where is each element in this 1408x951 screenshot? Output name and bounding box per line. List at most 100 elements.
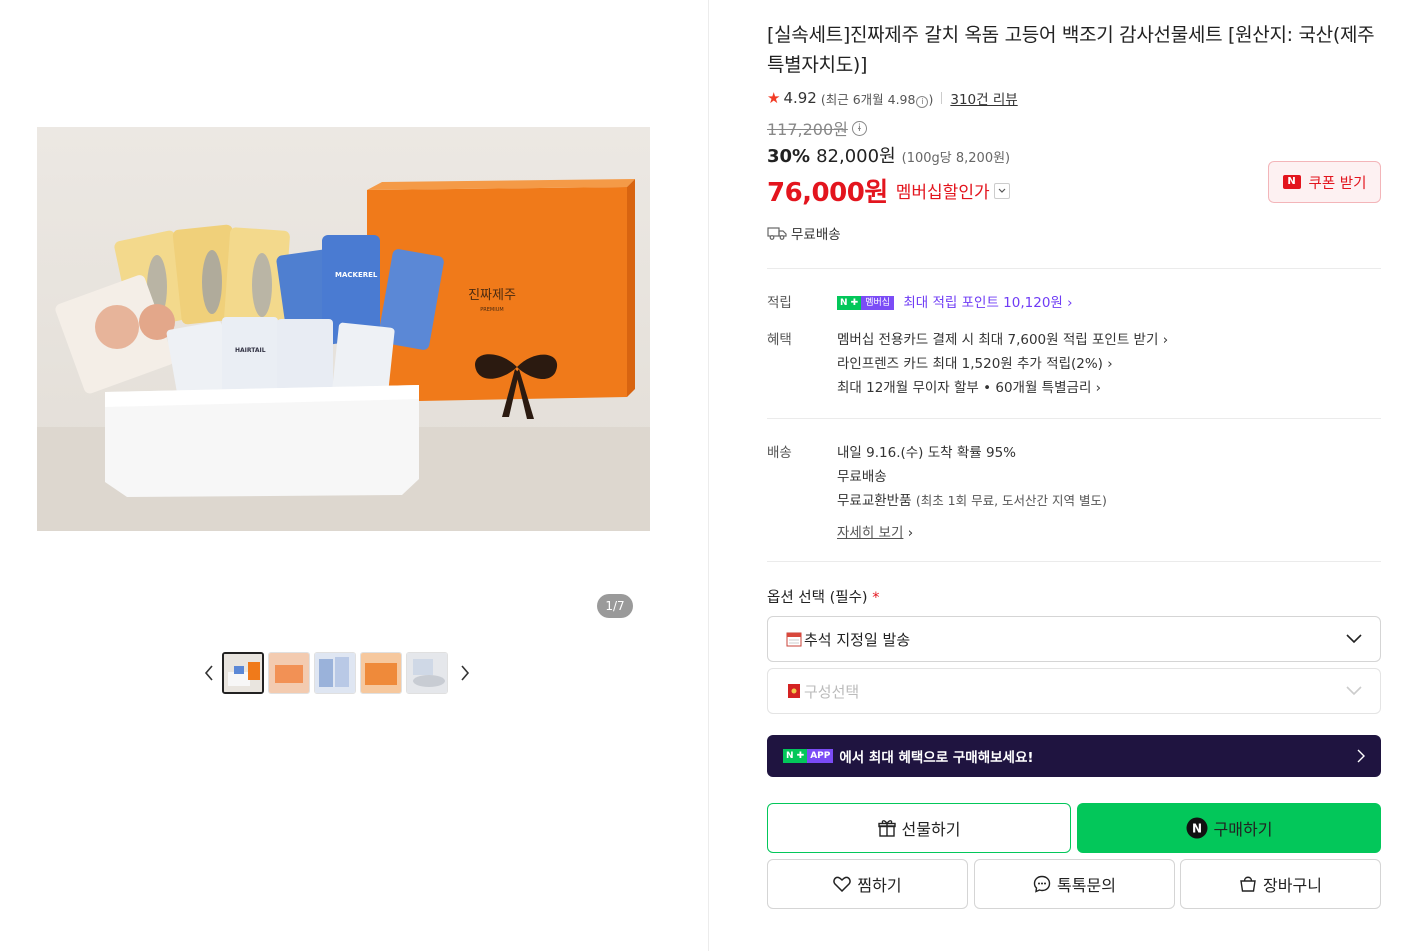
chevron-left-icon	[204, 665, 213, 681]
thumbnail-4[interactable]	[360, 652, 402, 694]
action-buttons: 선물하기 N 구매하기 찜하기 톡톡문의 장바구니	[767, 803, 1381, 913]
option-select-date[interactable]: 추석 지정일 발송	[767, 616, 1381, 662]
thumbnail-2[interactable]	[268, 652, 310, 694]
delivery-row: 배송 내일 9.16.(수) 도착 확률 95% 무료배송 무료교환반품 (최초…	[767, 441, 1381, 545]
thumbnail-next-button[interactable]	[452, 652, 478, 694]
column-divider	[708, 0, 709, 951]
heart-icon	[833, 876, 852, 892]
talk-inquiry-button[interactable]: 톡톡문의	[974, 859, 1175, 909]
naver-n-icon: N	[1282, 175, 1301, 189]
delivery-label: 배송	[767, 445, 792, 461]
membership-price-label: 멤버십할인가	[895, 183, 990, 203]
membership-expand-button[interactable]	[993, 182, 1010, 199]
delivery-section: 배송 내일 9.16.(수) 도착 확률 95% 무료배송 무료교환반품 (최초…	[767, 419, 1381, 545]
benefit-item[interactable]: 최대 12개월 무이자 할부 • 60개월 특별금리 ›	[837, 376, 1168, 400]
delivery-info: 내일 9.16.(수) 도착 확률 95% 무료배송 무료교환반품 (최초 1회…	[837, 441, 1107, 545]
gift-icon	[877, 820, 896, 837]
membership-price: 76,000원	[767, 178, 888, 208]
cart-button[interactable]: 장바구니	[1180, 859, 1381, 909]
original-price-row: 117,200원 i	[767, 116, 1381, 140]
thumbnail-3[interactable]	[314, 652, 356, 694]
chevron-right-icon: ›	[1162, 332, 1169, 348]
benefit-item[interactable]: 라인프렌즈 카드 최대 1,520원 추가 적립(2%) ›	[837, 352, 1168, 376]
option-select-date-value: 추석 지정일 발송	[804, 630, 911, 649]
product-title: [실속세트]진짜제주 갈치 옥돔 고등어 백조기 감사선물세트 [원산지: 국산…	[767, 24, 1375, 76]
option-select-composition-value: 구성선택	[804, 682, 860, 701]
points-row: 적립 N ✚ 멤버십 최대 적립 포인트 10,120원 ›	[767, 291, 1381, 315]
thumbnail-image	[361, 653, 401, 693]
points-info-link[interactable]: N ✚ 멤버십 최대 적립 포인트 10,120원 ›	[837, 291, 1073, 315]
info-icon[interactable]: i	[851, 120, 867, 136]
buy-button[interactable]: N 구매하기	[1077, 803, 1381, 853]
chevron-right-icon: ›	[1067, 295, 1073, 311]
svg-text:진짜제주: 진짜제주	[468, 288, 516, 303]
shipping-summary-text: 무료배송	[791, 227, 841, 243]
calendar-icon	[786, 632, 802, 647]
naver-plus-membership-badge: N ✚ 멤버십	[837, 296, 895, 310]
chevron-down-icon	[1346, 686, 1362, 696]
option-select-composition[interactable]: 구성선택	[767, 668, 1381, 714]
sale-price: 82,000원	[816, 146, 896, 167]
unit-price: (100g당 8,200원)	[901, 151, 1011, 166]
rating-score: 4.92	[783, 89, 817, 107]
benefit-list: 멤버십 전용카드 결제 시 최대 7,600원 적립 포인트 받기 › 라인프렌…	[837, 328, 1168, 400]
thumbnail-image	[224, 654, 262, 692]
naver-plus-app-badge: N ✚ APP	[783, 749, 834, 763]
image-counter: 1/7	[597, 594, 633, 618]
wishlist-button-label: 찜하기	[857, 876, 902, 895]
talk-inquiry-button-label: 톡톡문의	[1057, 876, 1116, 895]
svg-text:MACKEREL: MACKEREL	[335, 271, 378, 279]
discount-rate: 30%	[767, 146, 811, 167]
app-promo-banner[interactable]: N ✚ APP 에서 최대 혜택으로 구매해보세요!	[767, 735, 1381, 777]
rating-row: ★ 4.92 (최근 6개월 4.98 i) 310건 리뷰	[767, 88, 1381, 108]
gift-button[interactable]: 선물하기	[767, 803, 1071, 853]
thumbnail-5[interactable]	[406, 652, 448, 694]
benefit-label: 혜택	[767, 332, 792, 348]
chevron-down-icon	[1346, 634, 1362, 644]
wishlist-button[interactable]: 찜하기	[767, 859, 968, 909]
chevron-right-icon: ›	[1107, 356, 1113, 372]
original-price: 117,200원	[767, 120, 848, 139]
shipping-summary: 무료배송	[767, 223, 1381, 243]
coupon-button[interactable]: N 쿠폰 받기	[1268, 161, 1381, 203]
benefit-item[interactable]: 멤버십 전용카드 결제 시 최대 7,600원 적립 포인트 받기 ›	[837, 328, 1168, 352]
truck-icon	[767, 227, 787, 240]
gift-set-photo: 진짜제주 PREMIUM MACKEREL HAIRTAIL	[37, 127, 650, 531]
svg-text:PREMIUM: PREMIUM	[480, 307, 503, 313]
details-more-link[interactable]: 자세히 보기 ›	[837, 521, 1107, 545]
arrival-estimate: 내일 9.16.(수) 도착 확률 95%	[837, 445, 1016, 461]
shopping-bag-icon	[1240, 876, 1256, 892]
option-label: 옵션 선택 (필수) *	[767, 590, 880, 606]
shipping-fee: 무료배송	[837, 469, 887, 485]
chat-bubble-icon	[1033, 875, 1051, 893]
star-icon: ★	[767, 89, 781, 107]
gift-button-label: 선물하기	[901, 820, 961, 839]
review-count-link[interactable]: 310건 리뷰	[950, 88, 1017, 108]
product-main-image[interactable]: 진짜제주 PREMIUM MACKEREL HAIRTAIL	[37, 127, 650, 531]
info-icon[interactable]: i	[916, 95, 929, 108]
points-text: 최대 적립 포인트 10,120원	[903, 295, 1063, 311]
product-info-panel: [실속세트]진짜제주 갈치 옥돔 고등어 백조기 감사선물세트 [원산지: 국산…	[767, 20, 1381, 913]
chevron-right-icon	[1357, 749, 1365, 763]
app-promo-text: 에서 최대 혜택으로 구매해보세요!	[839, 750, 1034, 766]
svg-text:HAIRTAIL: HAIRTAIL	[235, 347, 266, 354]
benefit-row: 혜택 멤버십 전용카드 결제 시 최대 7,600원 적립 포인트 받기 › 라…	[767, 328, 1381, 400]
points-label: 적립	[767, 295, 792, 311]
chevron-right-icon	[461, 665, 470, 681]
return-policy: 무료교환반품 (최초 1회 무료, 도서산간 지역 별도)	[837, 493, 1107, 509]
recent-rating: (최근 6개월 4.98 i)	[820, 91, 934, 108]
chevron-right-icon: ›	[907, 525, 914, 541]
thumbnail-1[interactable]	[222, 652, 264, 694]
svg-text:N: N	[1192, 822, 1202, 836]
thumbnail-image	[269, 653, 309, 693]
benefits-section: 적립 N ✚ 멤버십 최대 적립 포인트 10,120원 › 혜택 멤버십 전용카…	[767, 269, 1381, 400]
coupon-button-label: 쿠폰 받기	[1308, 175, 1367, 192]
separator	[941, 92, 943, 104]
thumbnail-image	[407, 653, 447, 693]
chevron-down-icon	[998, 188, 1006, 193]
thumbnail-strip	[196, 652, 478, 694]
chevron-right-icon: ›	[1095, 380, 1102, 396]
naver-pay-icon: N	[1186, 817, 1208, 839]
red-envelope-icon	[788, 684, 800, 698]
thumbnail-prev-button[interactable]	[196, 652, 222, 694]
